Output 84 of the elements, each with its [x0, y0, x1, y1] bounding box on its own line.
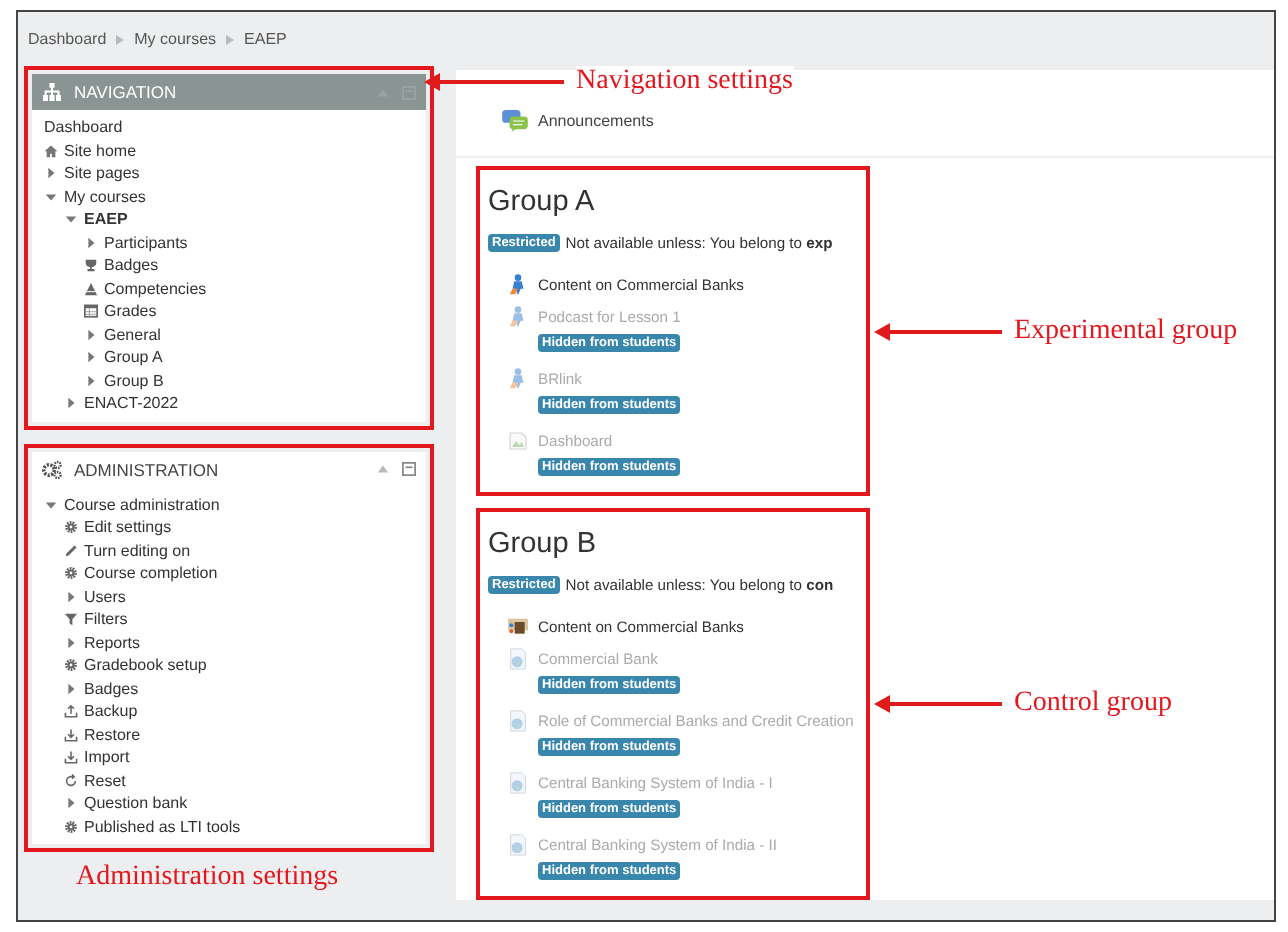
- forum-link[interactable]: Announcements: [538, 112, 654, 130]
- tree-item[interactable]: Restore: [84, 725, 141, 744]
- tree-item[interactable]: Turn editing on: [84, 541, 191, 560]
- download-icon: [64, 750, 78, 765]
- collapsed-triangle-icon[interactable]: [84, 373, 98, 388]
- tree-item[interactable]: Users: [84, 587, 126, 606]
- breadcrumb-separator-icon: [114, 33, 127, 45]
- collapsed-triangle-icon[interactable]: [44, 166, 58, 181]
- breadcrumb-link[interactable]: EAEP: [244, 30, 287, 48]
- upload-icon: [64, 704, 78, 719]
- annotation-arrow: [874, 694, 1002, 714]
- tree-item[interactable]: Grades: [104, 302, 157, 321]
- breadcrumb-link[interactable]: My courses: [134, 30, 217, 48]
- tree-item[interactable]: Backup: [84, 702, 138, 721]
- tree-item[interactable]: Group A: [104, 348, 163, 367]
- tree-item[interactable]: Course administration: [64, 495, 220, 514]
- collapsed-triangle-icon[interactable]: [64, 589, 78, 604]
- pyramid-icon: [84, 281, 98, 296]
- puzzle-person-icon: [508, 305, 528, 327]
- gear-icon: [64, 520, 78, 535]
- globe-page-icon: [508, 833, 528, 855]
- collapsed-triangle-icon[interactable]: [84, 350, 98, 365]
- download-icon: [64, 727, 78, 742]
- annotation-label: Control group: [1014, 688, 1172, 720]
- section-title: Group B: [488, 528, 598, 560]
- globe-page-icon: [508, 709, 528, 731]
- annotation-label: Navigation settings: [576, 66, 793, 98]
- tree-item[interactable]: Reset: [84, 771, 126, 790]
- dock-icon[interactable]: [402, 462, 416, 476]
- gear-icon: [64, 819, 78, 834]
- tree-item[interactable]: Site home: [64, 141, 137, 160]
- sitemap-icon: [42, 82, 62, 102]
- tree-item[interactable]: Dashboard: [44, 118, 123, 137]
- puzzle-person-icon: [508, 273, 528, 295]
- tree-item[interactable]: Participants: [104, 233, 188, 252]
- tree-item[interactable]: Edit settings: [84, 518, 172, 537]
- tree-item[interactable]: Import: [84, 748, 130, 767]
- collapsed-triangle-icon[interactable]: [84, 235, 98, 250]
- pencil-icon: [64, 543, 78, 558]
- breadcrumb-separator-icon: [224, 33, 237, 45]
- tree-item[interactable]: EAEP: [84, 210, 128, 229]
- tree-item[interactable]: General: [104, 325, 161, 344]
- tree-item[interactable]: Question bank: [84, 794, 188, 813]
- tree-item[interactable]: Gradebook setup: [84, 656, 207, 675]
- annotation-label: Administration settings: [74, 862, 341, 893]
- tree-item[interactable]: Badges: [104, 256, 159, 275]
- collapsed-triangle-icon[interactable]: [64, 635, 78, 650]
- collapsed-triangle-icon[interactable]: [64, 681, 78, 696]
- filter-icon: [64, 612, 78, 627]
- puzzle-person-icon: [508, 367, 528, 389]
- expanded-triangle-icon[interactable]: [44, 497, 58, 512]
- tree-item[interactable]: ENACT-2022: [84, 394, 179, 413]
- tree-item[interactable]: Published as LTI tools: [84, 817, 241, 836]
- expanded-triangle-icon[interactable]: [44, 189, 58, 204]
- gears-icon: [42, 459, 62, 479]
- block-title: NAVIGATION: [74, 82, 179, 102]
- globe-page-icon: [508, 647, 528, 669]
- classroom-icon: [508, 615, 528, 637]
- annotation-label: Experimental group: [1014, 315, 1238, 347]
- breadcrumb-link[interactable]: Dashboard: [28, 30, 107, 48]
- expanded-triangle-icon[interactable]: [64, 212, 78, 227]
- tree-item[interactable]: Course completion: [84, 564, 218, 583]
- block-title: ADMINISTRATION: [74, 459, 221, 479]
- trophy-icon: [84, 258, 98, 273]
- table-icon: [84, 304, 98, 319]
- tree-item[interactable]: Competencies: [104, 279, 207, 298]
- gear-icon: [64, 658, 78, 673]
- section-title: Group A: [488, 186, 597, 218]
- collapsed-triangle-icon[interactable]: [84, 327, 98, 342]
- tree-item[interactable]: Group B: [104, 371, 164, 390]
- tree-item[interactable]: Filters: [84, 610, 128, 629]
- globe-page-icon: [508, 771, 528, 793]
- collapsed-triangle-icon[interactable]: [64, 796, 78, 811]
- house-icon: [44, 143, 58, 158]
- tree-item[interactable]: My courses: [64, 187, 146, 206]
- collapsed-triangle-icon[interactable]: [64, 396, 78, 411]
- annotation-arrow: [874, 321, 1002, 341]
- gear-icon: [64, 566, 78, 581]
- tree-item[interactable]: Reports: [84, 633, 141, 652]
- tree-item[interactable]: Site pages: [64, 164, 140, 183]
- broken-image-icon: [508, 429, 528, 451]
- speech-bubbles-icon: [502, 110, 528, 132]
- tree-item[interactable]: Badges: [84, 679, 139, 698]
- reset-icon: [64, 773, 78, 788]
